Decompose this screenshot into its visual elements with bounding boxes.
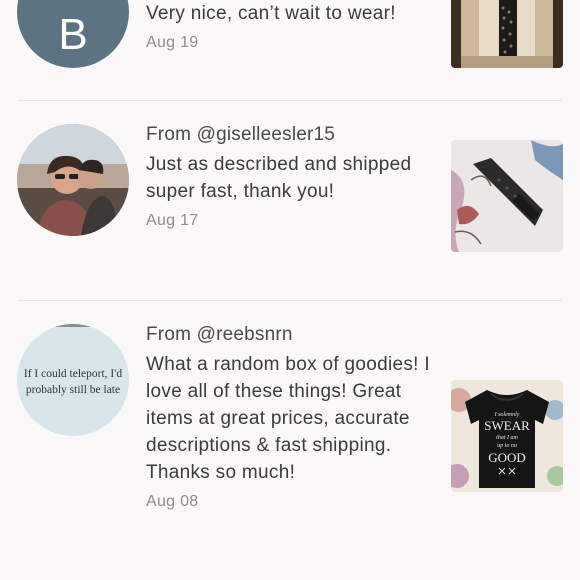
divider	[18, 100, 562, 101]
review-date: Aug 19	[146, 34, 199, 51]
product-thumbnail[interactable]	[451, 0, 563, 68]
shirt-print-line: GOOD	[488, 450, 526, 465]
black-tshirt-icon: I solemnly SWEAR that I am up to no GOOD	[451, 380, 563, 492]
product-thumbnail[interactable]: I solemnly SWEAR that I am up to no GOOD	[451, 380, 563, 492]
review-body: Just as described and shipped super fast…	[146, 154, 412, 202]
avatar-letter: B	[58, 10, 88, 59]
review-author[interactable]: From @reebsnrn	[146, 324, 431, 346]
review-author[interactable]: From @giselleesler15	[146, 124, 431, 146]
watch-in-box-icon	[451, 0, 563, 68]
divider	[18, 300, 562, 301]
avatar[interactable]: B	[17, 0, 129, 68]
review-date: Aug 17	[146, 212, 199, 229]
avatar[interactable]: If I could teleport, I'd probably still …	[17, 324, 129, 436]
review-body: What a random box of goodies! I love all…	[146, 354, 430, 483]
shirt-print-line: that I am	[496, 435, 518, 441]
review-body: Very nice, can’t wait to wear!	[146, 3, 396, 24]
couple-photo-avatar	[17, 124, 129, 236]
review-date: Aug 08	[146, 493, 199, 510]
product-thumbnail[interactable]	[451, 140, 563, 252]
shirt-print-line: up to no	[497, 443, 517, 449]
black-watch-band-icon	[451, 140, 563, 252]
avatar[interactable]	[17, 124, 129, 236]
avatar-quote: If I could teleport, I'd probably still …	[23, 368, 123, 396]
shirt-print-line: SWEAR	[484, 418, 530, 433]
